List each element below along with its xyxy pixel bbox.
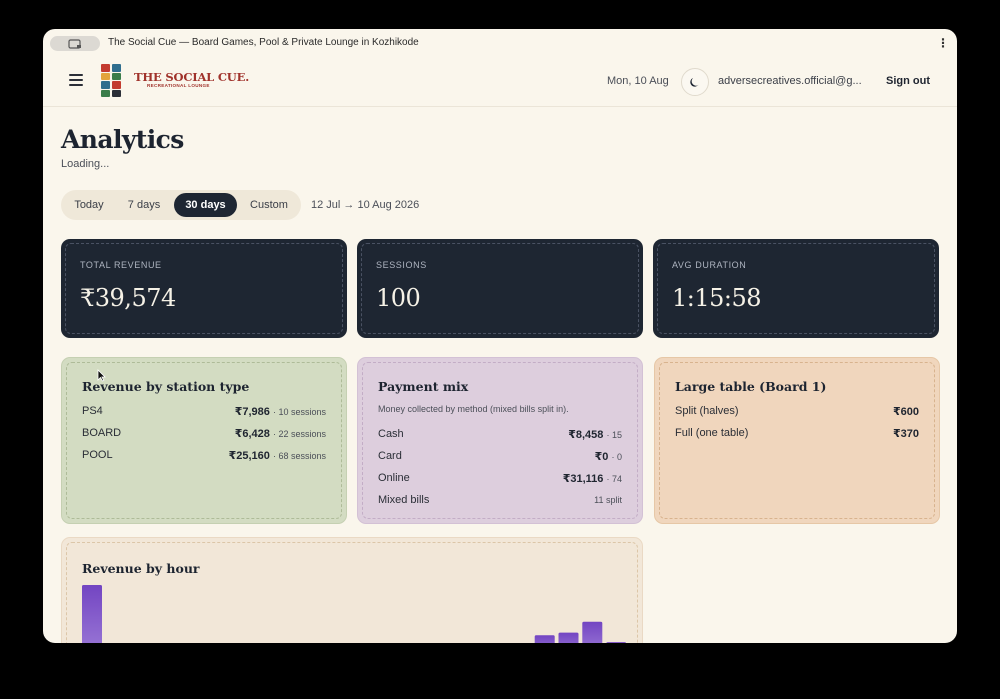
kpi-avg-duration: AVG DURATION 1:15:58 [653, 239, 939, 338]
row-value: ₹8,458 [568, 428, 604, 441]
hour-bar-21 [582, 621, 603, 643]
row-label: Mixed bills [378, 494, 430, 506]
list-item: POOL ₹25,160 · 68 sessions [82, 448, 326, 462]
row-value: ₹31,116 [562, 472, 604, 485]
moon-icon [690, 78, 699, 87]
row-sub: · 68 sessions [272, 450, 326, 461]
logo[interactable]: THE SOCIAL CUE. RECREATIONAL LOUNGE [134, 70, 250, 88]
card-note: Money collected by method (mixed bills s… [378, 404, 569, 414]
revenue-by-hour-card: Revenue by hour [61, 537, 643, 643]
logo-icon [101, 64, 121, 98]
list-item: PS4 ₹7,986 · 10 sessions [82, 404, 326, 418]
hour-bar-22 [606, 642, 627, 643]
kpi-label: TOTAL REVENUE [80, 260, 162, 270]
station-revenue-card: Revenue by station type PS4 ₹7,986 · 10 … [61, 357, 347, 524]
theme-toggle-button[interactable] [681, 68, 709, 96]
kpi-label: SESSIONS [376, 260, 427, 270]
range-7-days-button[interactable]: 7 days [117, 193, 171, 217]
list-item: Full (one table) ₹370 [675, 426, 919, 440]
hour-bar-20 [558, 632, 579, 643]
more-vert-icon[interactable]: ⋮ [937, 36, 949, 50]
user-email: adversecreatives.official@g... [718, 75, 862, 87]
card-title: Revenue by station type [82, 379, 250, 394]
kpi-value: ₹39,574 [80, 284, 176, 312]
row-sub: 11 split [594, 495, 622, 505]
row-label: Full (one table) [675, 427, 749, 439]
row-sub: · 22 sessions [272, 428, 326, 439]
header-date: Mon, 10 Aug [607, 75, 669, 87]
payment-mix-card: Payment mix Money collected by method (m… [357, 357, 643, 524]
logo-main-text: THE SOCIAL CUE. [134, 70, 250, 84]
list-item: BOARD ₹6,428 · 22 sessions [82, 426, 326, 440]
row-label: Online [378, 472, 410, 484]
hour-bar-19 [534, 635, 555, 643]
card-title: Revenue by hour [82, 561, 200, 576]
date-range-selector: Today 7 days 30 days Custom [61, 190, 301, 220]
row-value: ₹600 [892, 405, 919, 418]
date-range-text: 12 Jul → 10 Aug 2026 [311, 199, 420, 211]
list-item: Split (halves) ₹600 [675, 404, 919, 418]
row-sub: · 15 [606, 429, 622, 440]
row-sub: · 10 sessions [272, 406, 326, 417]
row-sub: · 0 [611, 451, 622, 462]
large-table-card: Large table (Board 1) Split (halves) ₹60… [654, 357, 940, 524]
row-value: ₹25,160 [228, 449, 270, 462]
row-label: Split (halves) [675, 405, 739, 417]
page-title: Analytics [61, 125, 184, 154]
title-bar: The Social Cue — Board Games, Pool & Pri… [43, 29, 957, 57]
row-value: ₹370 [892, 427, 919, 440]
list-item: Mixed bills 11 split [378, 493, 622, 507]
kpi-value: 1:15:58 [672, 284, 762, 312]
row-label: POOL [82, 449, 113, 461]
window-icon [68, 38, 81, 49]
row-label: BOARD [82, 427, 122, 439]
range-30-days-button[interactable]: 30 days [174, 193, 237, 217]
tab-switcher-button[interactable] [50, 36, 100, 51]
range-today-button[interactable]: Today [64, 193, 114, 217]
kpi-label: AVG DURATION [672, 260, 747, 270]
mouse-cursor-icon [97, 369, 106, 382]
list-item: Card ₹0 · 0 [378, 449, 622, 463]
kpi-total-revenue: TOTAL REVENUE ₹39,574 [61, 239, 347, 338]
app-header: THE SOCIAL CUE. RECREATIONAL LOUNGE Mon,… [43, 57, 957, 107]
kpi-value: 100 [376, 284, 421, 312]
kpi-sessions: SESSIONS 100 [357, 239, 643, 338]
row-label: Card [378, 450, 402, 462]
revenue-by-hour-chart [82, 585, 627, 643]
row-label: Cash [378, 428, 404, 440]
list-item: Cash ₹8,458 · 15 [378, 427, 622, 441]
row-value: ₹0 [594, 450, 609, 463]
window-title: The Social Cue — Board Games, Pool & Pri… [108, 37, 419, 48]
card-title: Payment mix [378, 379, 469, 394]
sign-out-button[interactable]: Sign out [886, 75, 930, 87]
range-custom-button[interactable]: Custom [240, 193, 298, 217]
row-sub: · 74 [606, 473, 622, 484]
hour-bar-0 [82, 585, 102, 643]
row-value: ₹7,986 [234, 405, 270, 418]
row-label: PS4 [82, 405, 103, 417]
browser-window: The Social Cue — Board Games, Pool & Pri… [43, 29, 957, 643]
loading-status: Loading... [61, 158, 110, 170]
row-value: ₹6,428 [234, 427, 270, 440]
menu-icon[interactable] [69, 74, 83, 86]
card-title: Large table (Board 1) [675, 379, 827, 394]
list-item: Online ₹31,116 · 74 [378, 471, 622, 485]
